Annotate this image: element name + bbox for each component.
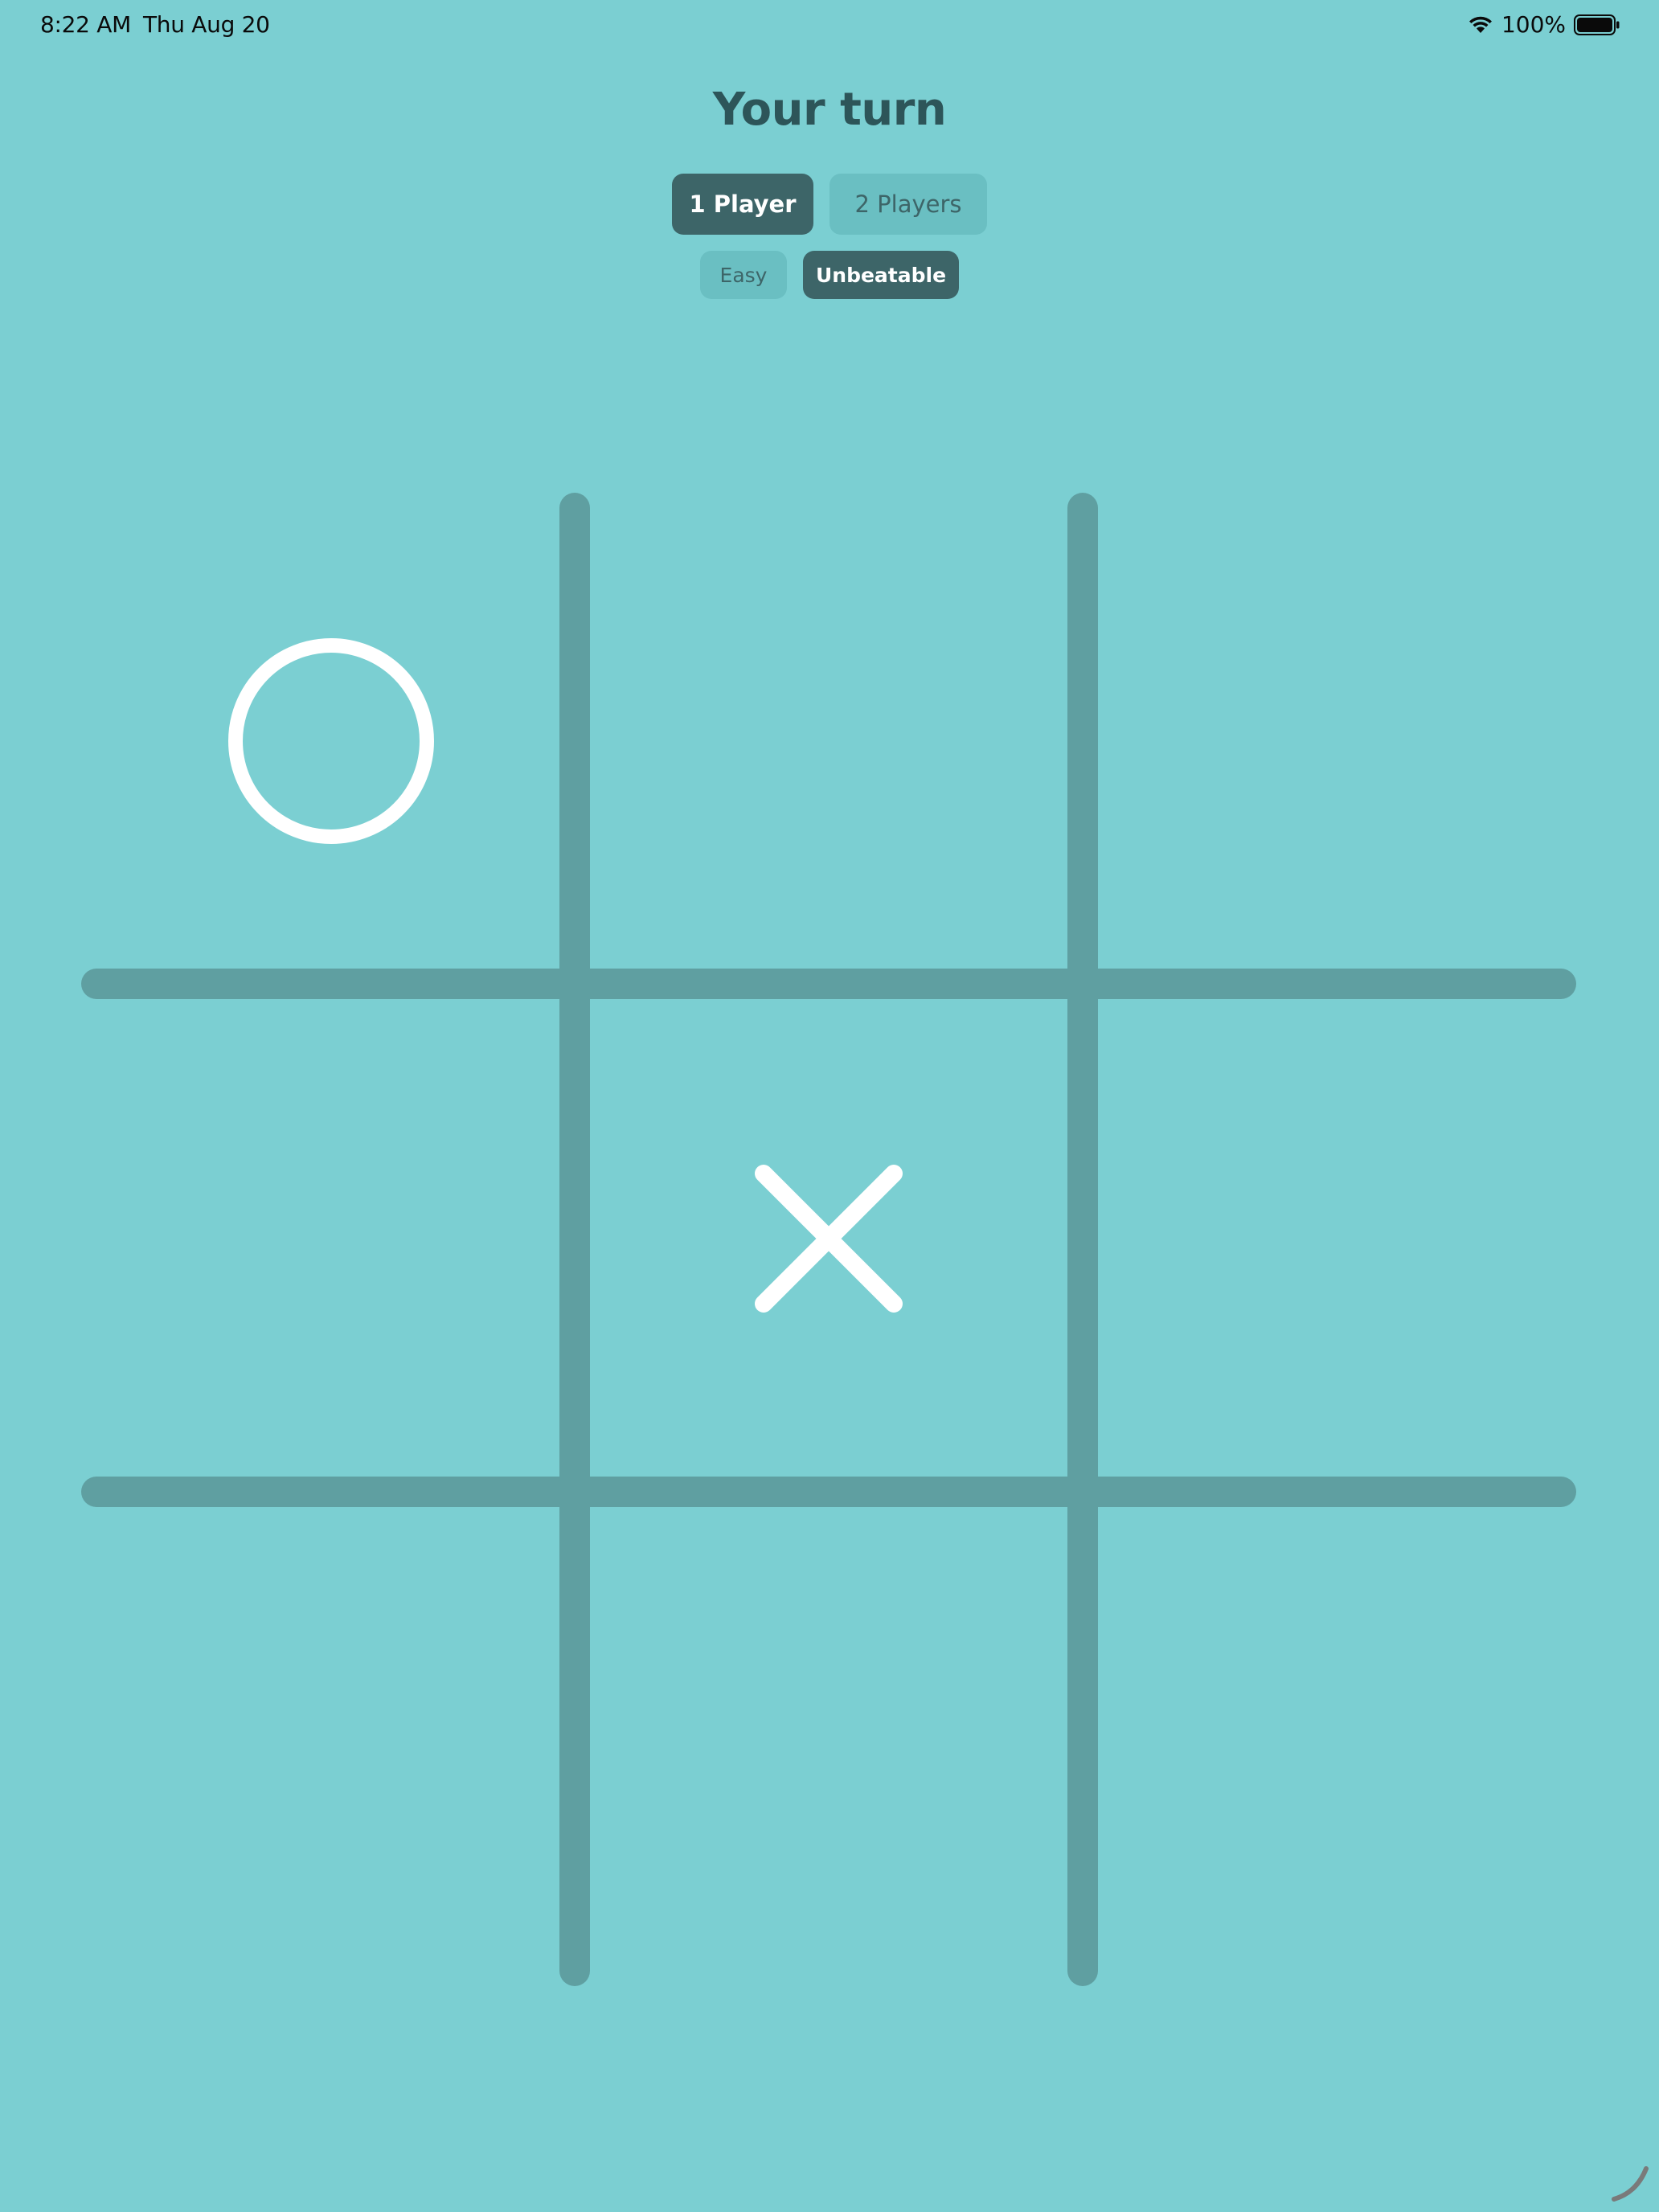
board-cell-3-3[interactable] — [1099, 1508, 1563, 1971]
board-cell-3-2[interactable] — [591, 1508, 1067, 1971]
board-cell-2-2[interactable] — [591, 1000, 1067, 1476]
board-cell-1-3[interactable] — [1099, 508, 1563, 968]
board-cell-2-1[interactable] — [96, 1000, 559, 1476]
corner-indicator-icon — [1612, 2166, 1649, 2202]
board-cell-1-1[interactable] — [96, 508, 559, 968]
board-cell-3-1[interactable] — [96, 1508, 559, 1971]
game-board — [0, 0, 1659, 2212]
board-cell-2-3[interactable] — [1099, 1000, 1563, 1476]
board-cell-1-2[interactable] — [591, 508, 1067, 968]
